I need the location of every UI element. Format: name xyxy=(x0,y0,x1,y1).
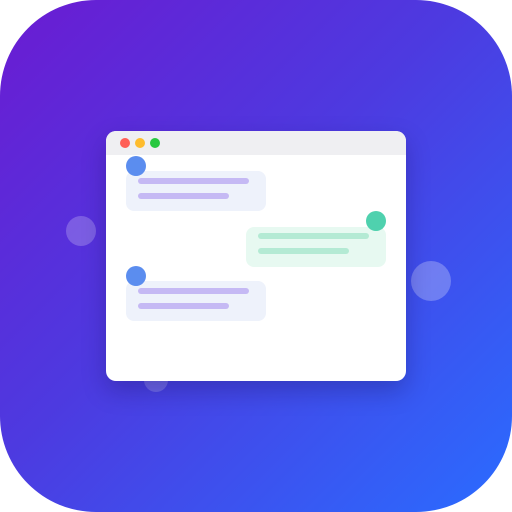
message-text-line xyxy=(138,288,249,294)
close-dot-icon xyxy=(120,138,130,148)
bokeh-circle xyxy=(66,216,96,246)
incoming-message-bubble xyxy=(126,171,266,211)
user-avatar-icon xyxy=(126,266,146,286)
outgoing-message-bubble xyxy=(246,227,386,267)
maximize-dot-icon xyxy=(150,138,160,148)
contact-avatar-icon xyxy=(366,211,386,231)
bokeh-circle xyxy=(411,261,451,301)
minimize-dot-icon xyxy=(135,138,145,148)
message-text-line xyxy=(258,233,369,239)
message-text-line xyxy=(138,303,229,309)
user-avatar-icon xyxy=(126,156,146,176)
message-text-line xyxy=(138,193,229,199)
window-titlebar xyxy=(106,131,406,155)
chat-window xyxy=(106,131,406,381)
chat-app-icon xyxy=(0,0,512,512)
message-text-line xyxy=(138,178,249,184)
incoming-message-bubble xyxy=(126,281,266,321)
message-text-line xyxy=(258,248,349,254)
